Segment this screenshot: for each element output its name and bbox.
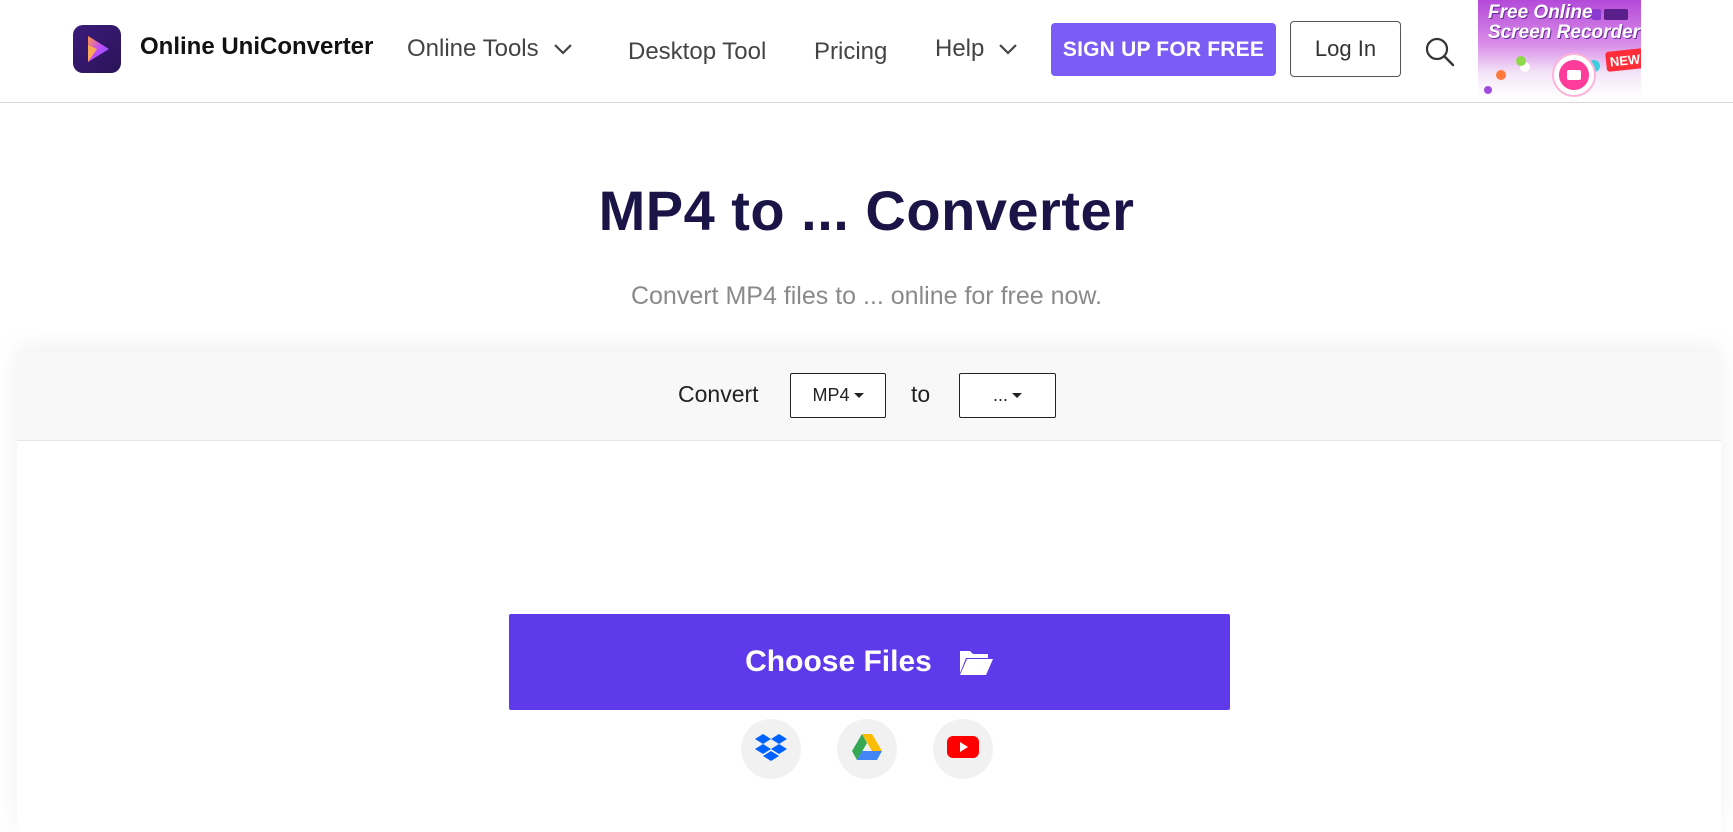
choose-files-label: Choose Files [745,645,932,678]
decor-dot [1516,56,1526,66]
page-subtitle: Convert MP4 files to ... online for free… [630,282,1103,310]
ad-headline: Free Online [1488,2,1593,23]
to-label: to [911,381,931,407]
youtube-icon [947,735,979,764]
record-indicator-icon [1592,9,1628,20]
nav-help-label: Help [935,35,985,62]
source-format-value: MP4 [812,385,850,405]
nav-help[interactable]: Help [935,35,1018,63]
dropbox-icon [755,732,787,767]
source-format-dropdown[interactable]: MP4 [790,373,886,418]
target-format-value: ... [992,385,1008,405]
converter-panel: Convert MP4 to ... Choose Files [17,352,1721,832]
nav-desktop-tool[interactable]: Desktop Tool [628,38,766,66]
new-badge: NEW [1605,48,1641,72]
caret-down-icon [1012,393,1022,398]
target-format-dropdown[interactable]: ... [959,373,1056,418]
ad-subheadline: Screen Recorder [1488,22,1641,43]
format-selector-bar: Convert MP4 to ... [17,352,1721,441]
convert-label: Convert [678,381,759,407]
screen-recorder-ad-banner[interactable]: Free Online Screen Recorder NEW [1478,0,1641,98]
uniconverter-logo-icon[interactable] [73,25,121,73]
folder-open-icon [958,647,994,677]
nav-online-tools[interactable]: Online Tools [407,35,573,63]
chevron-down-icon [998,43,1018,55]
signup-button[interactable]: SIGN UP FOR FREE [1051,23,1276,76]
nav-pricing[interactable]: Pricing [814,38,887,66]
page-title: MP4 to ... Converter [598,179,1135,242]
google-drive-button[interactable] [837,719,897,779]
decor-dot [1484,86,1492,94]
google-drive-icon [851,733,883,766]
brand-name[interactable]: Online UniConverter [140,33,373,61]
choose-files-button[interactable]: Choose Files [509,614,1230,710]
chevron-down-icon [553,43,573,55]
decor-dot [1496,70,1506,80]
youtube-button[interactable] [933,719,993,779]
site-header: Online UniConverter Online Tools Desktop… [0,0,1733,103]
caret-down-icon [853,393,864,398]
login-button[interactable]: Log In [1290,21,1401,77]
search-icon[interactable] [1424,36,1456,68]
dropbox-button[interactable] [741,719,801,779]
camera-record-icon [1554,55,1594,95]
nav-online-tools-label: Online Tools [407,35,539,62]
